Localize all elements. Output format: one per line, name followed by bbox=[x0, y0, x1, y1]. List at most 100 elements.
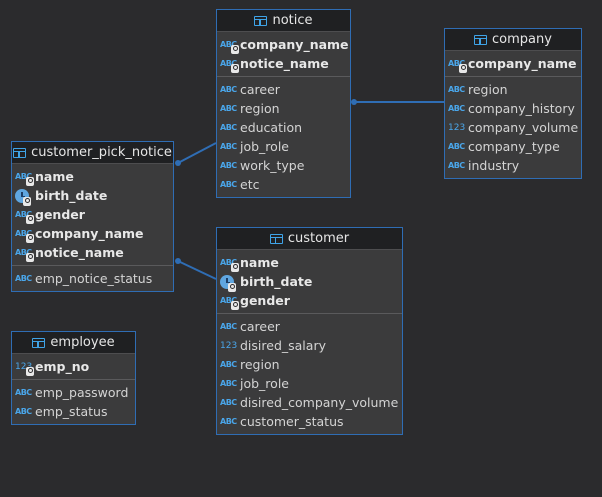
text-type-icon: ABC bbox=[220, 416, 237, 426]
table-icon bbox=[13, 147, 27, 158]
entity-header[interactable]: customer_pick_notice bbox=[12, 142, 173, 164]
column-row[interactable]: ABC emp_password bbox=[12, 383, 135, 402]
column-row[interactable]: ABC work_type bbox=[217, 156, 350, 175]
text-type-icon: ABC bbox=[15, 387, 32, 397]
text-type-icon: ABC bbox=[448, 84, 465, 94]
text-type-icon: ABC bbox=[220, 122, 237, 132]
entity-title: company bbox=[492, 32, 552, 47]
entity-header[interactable]: customer bbox=[217, 228, 402, 250]
key-column-row[interactable]: ABC gender bbox=[12, 205, 173, 224]
column-name: work_type bbox=[240, 158, 305, 173]
entity-notice[interactable]: notice ABC company_name ABC notice_name ABC ca… bbox=[216, 9, 351, 198]
column-row[interactable]: ABC region bbox=[217, 355, 402, 374]
columns-section: ABC career 123 disired_salary ABC region ABC jo… bbox=[217, 313, 402, 434]
key-badge-icon bbox=[26, 233, 34, 243]
column-row[interactable]: ABC company_type bbox=[445, 137, 581, 156]
key-column-row[interactable]: birth_date bbox=[12, 186, 173, 206]
primary-key-section: ABC company_name bbox=[445, 51, 581, 76]
column-name: emp_status bbox=[35, 404, 108, 419]
column-row[interactable]: ABC job_role bbox=[217, 374, 402, 393]
key-badge-icon bbox=[231, 300, 239, 310]
text-type-icon: ABC bbox=[220, 160, 237, 170]
column-name: emp_notice_status bbox=[35, 271, 153, 286]
link-endpoint-dot bbox=[175, 258, 181, 264]
entity-title: notice bbox=[272, 13, 313, 28]
entity-header[interactable]: notice bbox=[217, 10, 350, 32]
column-name: emp_no bbox=[35, 359, 90, 374]
text-type-icon: ABC bbox=[220, 141, 237, 151]
column-name: company_type bbox=[468, 139, 560, 154]
column-row[interactable]: ABC job_role bbox=[217, 137, 350, 156]
column-row[interactable]: ABC company_history bbox=[445, 99, 581, 118]
column-row[interactable]: ABC education bbox=[217, 118, 350, 137]
column-row[interactable]: ABC emp_notice_status bbox=[12, 269, 173, 288]
date-type-icon bbox=[15, 188, 31, 206]
column-row[interactable]: ABC disired_company_volume bbox=[217, 393, 402, 412]
column-name: notice_name bbox=[240, 56, 329, 71]
key-column-row[interactable]: ABC name bbox=[217, 253, 402, 272]
column-row[interactable]: 123 company_volume bbox=[445, 118, 581, 137]
column-row[interactable]: ABC career bbox=[217, 80, 350, 99]
column-row[interactable]: ABC industry bbox=[445, 156, 581, 175]
numeric-type-icon: 123 bbox=[448, 122, 466, 133]
column-name: region bbox=[240, 101, 280, 116]
text-type-icon: ABC bbox=[15, 247, 34, 262]
text-type-icon: ABC bbox=[220, 378, 237, 388]
key-column-row[interactable]: ABC gender bbox=[217, 291, 402, 310]
column-name: education bbox=[240, 120, 303, 135]
column-row[interactable]: ABC etc bbox=[217, 175, 350, 194]
key-badge-icon bbox=[459, 63, 467, 73]
column-name: company_history bbox=[468, 101, 575, 116]
entity-header[interactable]: employee bbox=[12, 332, 135, 354]
primary-key-section: ABC company_name ABC notice_name bbox=[217, 32, 350, 76]
key-column-row[interactable]: ABC notice_name bbox=[12, 243, 173, 262]
text-type-icon: ABC bbox=[448, 160, 465, 170]
key-column-row[interactable]: ABC name bbox=[12, 167, 173, 186]
entity-customer-pick-notice[interactable]: customer_pick_notice ABC name birth_date ABC… bbox=[11, 141, 174, 292]
link-customer-pick-notice-to-customer bbox=[177, 260, 217, 280]
column-row[interactable]: ABC career bbox=[217, 317, 402, 336]
primary-key-section: ABC name birth_date ABC gender bbox=[217, 250, 402, 313]
column-row[interactable]: ABC region bbox=[445, 80, 581, 99]
column-name: birth_date bbox=[35, 188, 108, 203]
column-name: customer_status bbox=[240, 414, 344, 429]
column-name: job_role bbox=[240, 139, 289, 154]
text-type-icon: ABC bbox=[448, 103, 465, 113]
text-type-icon: ABC bbox=[448, 58, 467, 73]
text-type-icon: ABC bbox=[220, 103, 237, 113]
entity-customer[interactable]: customer ABC name birth_date ABC gender ABC car… bbox=[216, 227, 403, 435]
key-badge-icon bbox=[231, 63, 239, 73]
entity-company[interactable]: company ABC company_name ABC region ABC compan… bbox=[444, 28, 582, 179]
column-name: notice_name bbox=[35, 245, 124, 260]
key-column-row[interactable]: ABC notice_name bbox=[217, 54, 350, 73]
key-badge-icon bbox=[228, 282, 236, 292]
table-icon bbox=[254, 15, 268, 26]
entity-employee[interactable]: employee 123 emp_no ABC emp_password ABC emp_s… bbox=[11, 331, 136, 425]
column-name: region bbox=[240, 357, 280, 372]
key-column-row[interactable]: ABC company_name bbox=[445, 54, 581, 73]
key-badge-icon bbox=[231, 44, 239, 54]
column-name: job_role bbox=[240, 376, 289, 391]
key-column-row[interactable]: birth_date bbox=[217, 272, 402, 292]
key-badge-icon bbox=[26, 214, 34, 224]
key-column-row[interactable]: ABC company_name bbox=[217, 35, 350, 54]
numeric-type-icon: 123 bbox=[220, 340, 238, 351]
primary-key-section: ABC name birth_date ABC gender ABC company_nam… bbox=[12, 164, 173, 265]
text-type-icon: ABC bbox=[15, 406, 32, 416]
key-column-row[interactable]: ABC company_name bbox=[12, 224, 173, 243]
key-column-row[interactable]: 123 emp_no bbox=[12, 357, 135, 376]
text-type-icon: ABC bbox=[15, 171, 34, 186]
text-type-icon: ABC bbox=[15, 273, 32, 283]
entity-header[interactable]: company bbox=[445, 29, 581, 51]
column-row[interactable]: ABC customer_status bbox=[217, 412, 402, 431]
text-type-icon: ABC bbox=[448, 141, 465, 151]
column-name: company_volume bbox=[468, 120, 579, 135]
text-type-icon: ABC bbox=[220, 84, 237, 94]
column-name: company_name bbox=[35, 226, 144, 241]
column-name: career bbox=[240, 82, 280, 97]
column-row[interactable]: 123 disired_salary bbox=[217, 336, 402, 355]
text-type-icon: ABC bbox=[220, 58, 239, 73]
column-row[interactable]: ABC region bbox=[217, 99, 350, 118]
column-name: etc bbox=[240, 177, 260, 192]
column-row[interactable]: ABC emp_status bbox=[12, 402, 135, 421]
